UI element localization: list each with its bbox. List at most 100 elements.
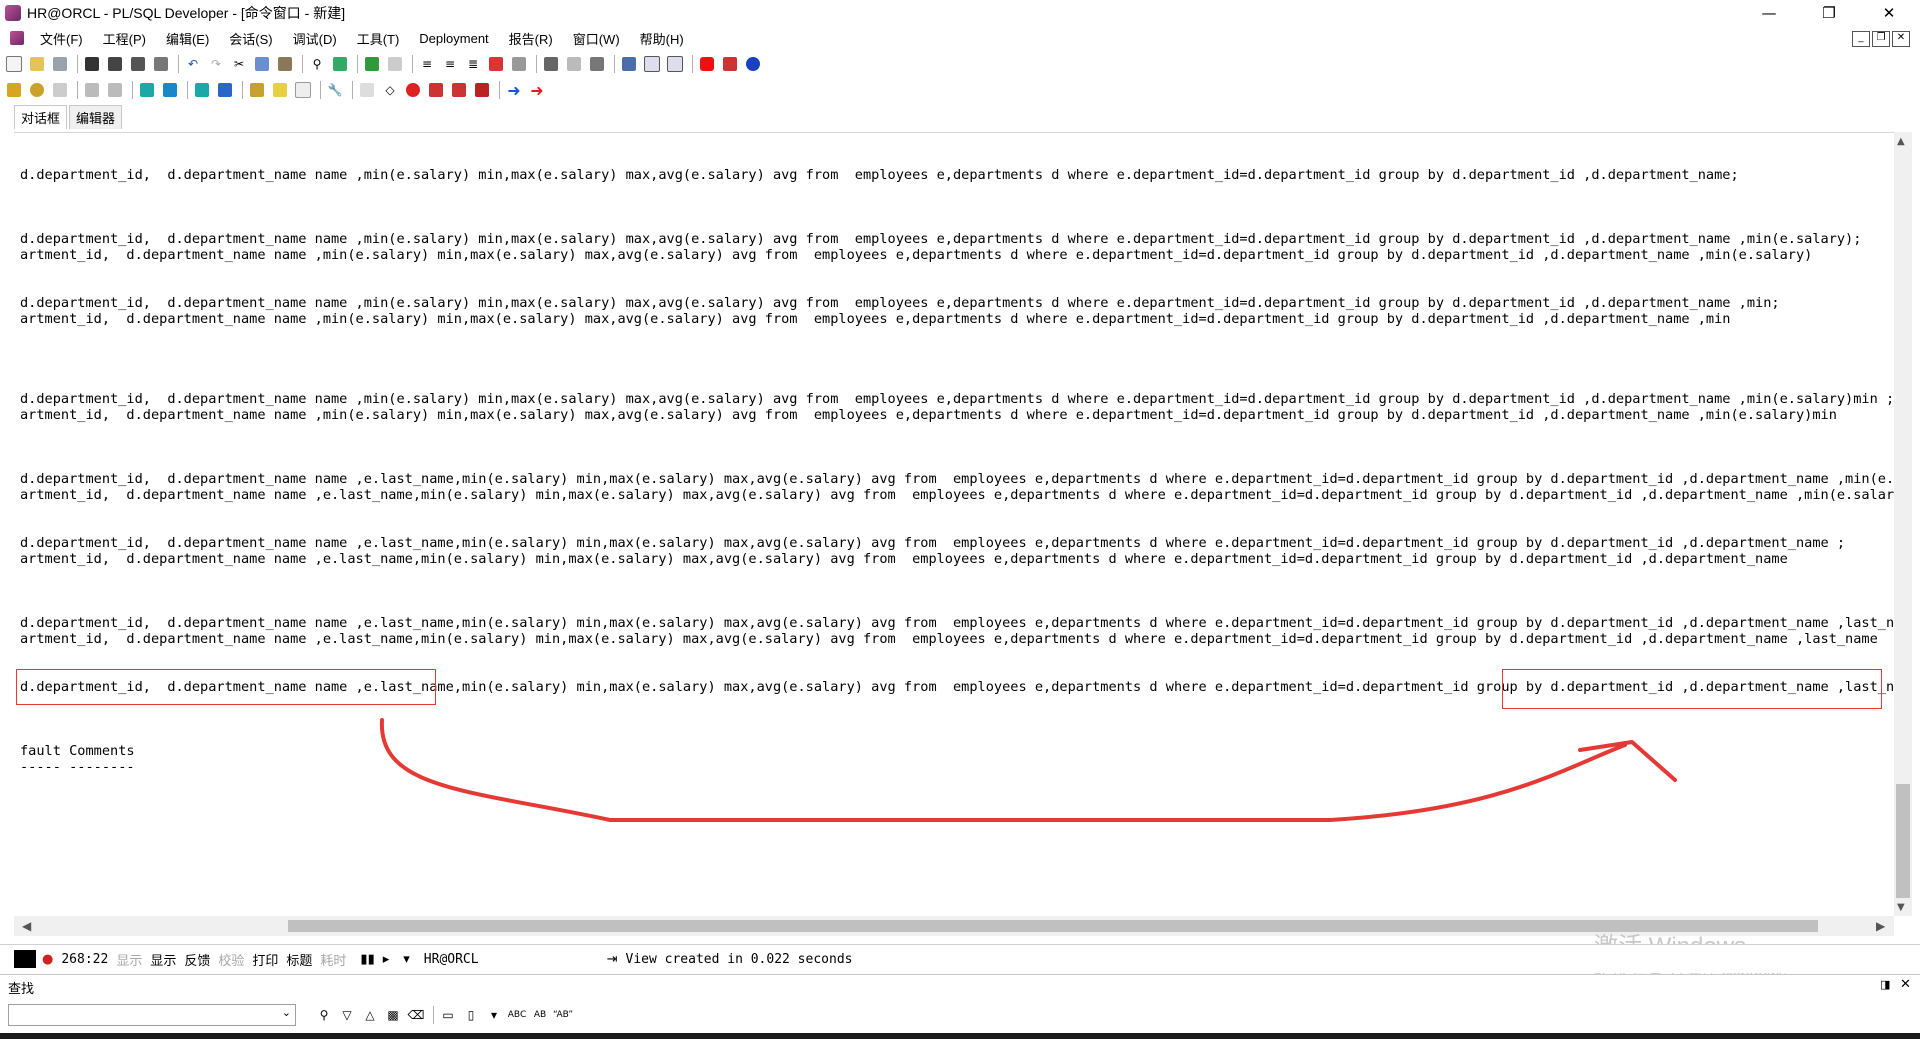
window-list-icon[interactable]	[619, 54, 639, 74]
chart-icon[interactable]	[270, 80, 290, 100]
status-toggle-show2[interactable]: 显示	[150, 950, 176, 969]
find-input[interactable]: ⌄	[8, 1004, 296, 1026]
horizontal-scroll-thumb[interactable]	[288, 920, 1818, 932]
chevron-down-icon[interactable]: ⌄	[282, 1006, 291, 1019]
debug-step-icon[interactable]	[449, 80, 469, 100]
explain-plan-icon[interactable]	[541, 54, 561, 74]
uncomment-icon[interactable]	[486, 54, 506, 74]
scroll-up-icon[interactable]: ▲	[1897, 136, 1905, 147]
regex-icon[interactable]: ABC	[507, 1005, 527, 1025]
find-icon[interactable]: ⚲	[307, 54, 327, 74]
tile-vertical-icon[interactable]	[665, 54, 685, 74]
save-icon[interactable]	[82, 54, 102, 74]
load-icon[interactable]	[362, 54, 382, 74]
menu-edit[interactable]: 编辑(E)	[156, 29, 219, 48]
paste-icon[interactable]	[275, 54, 295, 74]
find-previous-icon[interactable]: △	[360, 1005, 380, 1025]
select-icon[interactable]: AB	[530, 1005, 550, 1025]
replace-icon[interactable]	[330, 54, 350, 74]
status-toggle-verify[interactable]: 校验	[218, 950, 244, 969]
mdi-close-button[interactable]: ✕	[1892, 31, 1910, 47]
red-gem-icon[interactable]	[403, 80, 423, 100]
menu-debug[interactable]: 调试(D)	[283, 29, 347, 48]
pin-panel-icon[interactable]: ◨	[1880, 978, 1890, 991]
copy-icon[interactable]	[252, 54, 272, 74]
printer-icon[interactable]	[151, 54, 171, 74]
mdi-minimize-button[interactable]: _	[1852, 31, 1870, 47]
close-panel-icon[interactable]: ✕	[1900, 977, 1911, 992]
scroll-left-icon[interactable]: ◀	[22, 919, 31, 933]
arrow-right-red-icon[interactable]: ➜	[527, 80, 547, 100]
mdi-restore-button[interactable]: ❐	[1872, 31, 1890, 47]
restore-button[interactable]: ❐	[1806, 0, 1852, 26]
undo-icon[interactable]: ↶	[183, 54, 203, 74]
disconnect-icon[interactable]	[160, 80, 180, 100]
status-toggle-show1[interactable]: 显示	[116, 950, 142, 969]
highlight-icon[interactable]: ▩	[383, 1005, 403, 1025]
cut-icon[interactable]: ✂	[229, 54, 249, 74]
clear-icon[interactable]: ⌫	[406, 1005, 426, 1025]
play-icon[interactable]: ▸	[383, 951, 390, 967]
object-browser-icon[interactable]	[587, 54, 607, 74]
wrench-icon[interactable]: 🔧	[325, 80, 345, 100]
info-icon[interactable]	[743, 54, 763, 74]
tools-icon[interactable]	[247, 80, 267, 100]
quote-icon[interactable]: “AB”	[553, 1005, 573, 1025]
menu-window[interactable]: 窗口(W)	[563, 29, 630, 48]
whole-word-icon[interactable]: ▯	[461, 1005, 481, 1025]
compile-icon[interactable]	[564, 54, 584, 74]
menu-reports[interactable]: 报告(R)	[499, 29, 563, 48]
minimize-button[interactable]: —	[1746, 0, 1792, 26]
status-toggle-heading[interactable]: 标题	[286, 950, 312, 969]
open-icon[interactable]	[27, 54, 47, 74]
vertical-scroll-thumb[interactable]	[1896, 784, 1910, 898]
menu-deployment[interactable]: Deployment	[409, 31, 498, 46]
comment-icon[interactable]: ≣	[463, 54, 483, 74]
redo-icon[interactable]: ↷	[206, 54, 226, 74]
output-icon[interactable]	[14, 950, 36, 968]
save-all-icon[interactable]	[128, 54, 148, 74]
report-icon[interactable]	[720, 54, 740, 74]
status-toggle-timing[interactable]: 耗时	[320, 950, 346, 969]
debug-run-icon[interactable]	[426, 80, 446, 100]
rollback-icon[interactable]	[215, 80, 235, 100]
stop-icon[interactable]	[697, 54, 717, 74]
case-sensitive-icon[interactable]: ▭	[438, 1005, 458, 1025]
new-icon[interactable]	[4, 54, 24, 74]
status-toggle-feedback[interactable]: 反馈	[184, 950, 210, 969]
print-icon[interactable]	[50, 54, 70, 74]
dropdown-icon[interactable]: ▾	[403, 951, 410, 967]
options-dropdown-icon[interactable]: ▾	[484, 1005, 504, 1025]
menu-session[interactable]: 会话(S)	[219, 29, 282, 48]
arrow-right-blue-icon[interactable]: ➜	[504, 80, 524, 100]
menu-file[interactable]: 文件(F)	[30, 29, 93, 48]
pen-icon[interactable]	[50, 80, 70, 100]
sql-editor[interactable]: d.department_id, d.department_name name …	[14, 132, 1894, 917]
close-button[interactable]: ✕	[1866, 0, 1912, 26]
tab-editor[interactable]: 编辑器	[69, 105, 123, 129]
save-as-icon[interactable]	[105, 54, 125, 74]
unindent-icon[interactable]: ≡	[440, 54, 460, 74]
menu-tools[interactable]: 工具(T)	[347, 29, 410, 48]
pause-icon[interactable]: ▮▮	[360, 951, 374, 967]
find-next-icon[interactable]: ▽	[337, 1005, 357, 1025]
document-icon[interactable]	[293, 80, 313, 100]
indent-icon[interactable]: ≡	[417, 54, 437, 74]
connect-icon[interactable]	[137, 80, 157, 100]
menu-project[interactable]: 工程(P)	[93, 29, 156, 48]
scroll-down-icon[interactable]: ▼	[1897, 902, 1905, 913]
debug-stop-icon[interactable]	[472, 80, 492, 100]
tile-horizontal-icon[interactable]	[642, 54, 662, 74]
menu-help[interactable]: 帮助(H)	[630, 29, 694, 48]
db-icon[interactable]	[82, 80, 102, 100]
gear-icon[interactable]	[27, 80, 47, 100]
diamond-icon[interactable]: ◇	[380, 80, 400, 100]
export-icon[interactable]	[385, 54, 405, 74]
binoculars-icon[interactable]: ⚲	[314, 1005, 334, 1025]
tab-dialog[interactable]: 对话框	[14, 105, 68, 129]
status-toggle-print[interactable]: 打印	[252, 950, 278, 969]
eraser-icon[interactable]	[357, 80, 377, 100]
format-icon[interactable]	[509, 54, 529, 74]
db-gray-icon[interactable]	[105, 80, 125, 100]
key-icon[interactable]	[4, 80, 24, 100]
